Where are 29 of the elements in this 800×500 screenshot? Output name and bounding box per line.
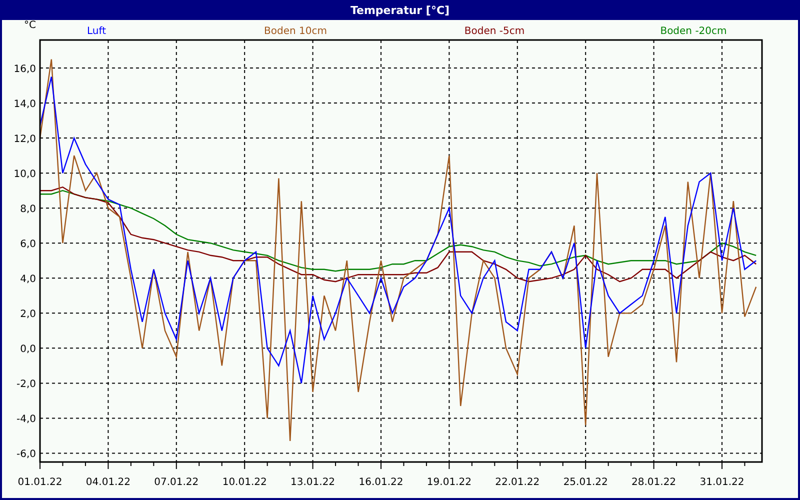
axis-tick-label: -6,0: [16, 449, 36, 460]
axis-tick-label: 28.01.22: [632, 477, 676, 488]
legend-label: Luft: [87, 26, 106, 37]
axis-tick-label: 22.01.22: [495, 477, 540, 488]
axis-tick-label: 16,0: [14, 64, 36, 76]
axis-tick-label: -4,0: [16, 414, 36, 426]
axis-tick-label: 0,0: [20, 344, 36, 356]
legend-label: Boden -20cm: [660, 26, 727, 37]
axis-tick-label: 8,0: [20, 204, 36, 216]
y-axis-unit: °C: [24, 20, 36, 31]
legend-label: Boden 10cm: [264, 26, 327, 37]
axis-tick-label: 31.01.22: [700, 477, 744, 488]
axis-tick-label: 4,0: [20, 274, 36, 286]
axis-tick-label: 6,0: [20, 239, 36, 250]
axis-tick-label: 2,0: [20, 309, 36, 320]
axis-tick-label: 10,0: [14, 169, 36, 180]
axis-tick-label: 10.01.22: [222, 477, 267, 488]
axis-tick-label: 25.01.22: [563, 477, 608, 488]
window-title: Temperatur [°C]: [0, 0, 800, 20]
axis-tick-label: -2,0: [16, 379, 36, 390]
axis-tick-label: 14,0: [14, 99, 36, 110]
axis-tick-label: 04.01.22: [86, 477, 130, 488]
legend-label: Boden -5cm: [464, 26, 525, 37]
axis-tick-label: 07.01.22: [154, 477, 199, 488]
axis-tick-label: 01.01.22: [18, 477, 62, 488]
axis-tick-label: 16.01.22: [358, 477, 404, 488]
axis-tick-label: 19.01.22: [426, 477, 472, 488]
axis-tick-label: 12,0: [14, 134, 36, 146]
axis-tick-label: 13.01.22: [290, 477, 336, 488]
